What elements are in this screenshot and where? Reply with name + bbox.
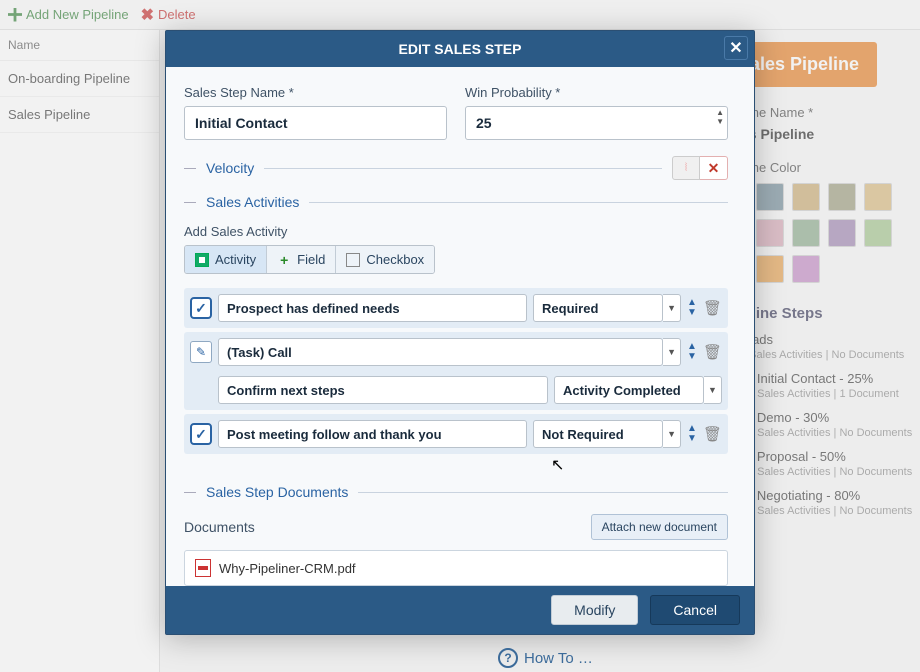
- divider: [309, 202, 728, 203]
- chevron-down-icon[interactable]: ▼: [663, 294, 681, 322]
- edit-icon[interactable]: ✎: [190, 341, 212, 363]
- add-activity-button[interactable]: Activity: [185, 246, 267, 273]
- activity-subtask-input[interactable]: Confirm next steps: [218, 376, 548, 404]
- step-name-label: Sales Step Name *: [184, 85, 447, 100]
- documents-list: Why-Pipeliner-CRM.pdf: [184, 550, 728, 586]
- add-checkbox-label-text: Checkbox: [366, 252, 424, 267]
- attach-document-button[interactable]: Attach new document: [591, 514, 728, 540]
- chevron-down-icon[interactable]: ▼: [663, 420, 681, 448]
- activity-name-input[interactable]: Post meeting follow and thank you: [218, 420, 527, 448]
- help-icon: ?: [498, 648, 518, 668]
- plus-icon: [277, 253, 291, 267]
- velocity-toggle[interactable]: ⦚: [672, 156, 700, 180]
- activity-name-input[interactable]: Prospect has defined needs: [218, 294, 527, 322]
- activity-checkbox[interactable]: [190, 423, 212, 445]
- reorder-handle[interactable]: ▲▼: [687, 298, 697, 318]
- cancel-button[interactable]: Cancel: [650, 595, 740, 625]
- add-activity-label-text: Activity: [215, 252, 256, 267]
- divider: [358, 492, 728, 493]
- step-name-input[interactable]: [184, 106, 447, 140]
- chevron-down-icon[interactable]: ▼: [663, 338, 681, 366]
- activity-required-select[interactable]: Not Required: [533, 420, 663, 448]
- modify-button[interactable]: Modify: [551, 595, 638, 625]
- checkbox-icon: [346, 253, 360, 267]
- documents-section-title: Sales Step Documents: [206, 484, 348, 500]
- trash-icon[interactable]: 🗑: [703, 343, 722, 361]
- chevron-up-icon[interactable]: ▲: [716, 109, 724, 117]
- chevron-down-icon[interactable]: ▼: [716, 118, 724, 126]
- documents-label: Documents: [184, 519, 255, 535]
- velocity-delete-button[interactable]: ✕: [700, 156, 728, 180]
- activity-required-select[interactable]: Required: [533, 294, 663, 322]
- velocity-section-title: Velocity: [206, 160, 254, 176]
- activity-row: ✎ (Task) Call ▼ ▲▼ 🗑 Confirm next steps …: [184, 332, 728, 410]
- add-field-button[interactable]: Field: [267, 246, 336, 273]
- add-checkbox-button[interactable]: Checkbox: [336, 246, 434, 273]
- pdf-icon: [195, 559, 211, 577]
- divider: [264, 168, 662, 169]
- trash-icon[interactable]: 🗑: [703, 425, 722, 443]
- win-prob-stepper[interactable]: ▲▼: [716, 109, 724, 126]
- reorder-handle[interactable]: ▲▼: [687, 342, 697, 362]
- activity-checkbox[interactable]: [190, 297, 212, 319]
- win-prob-input[interactable]: [465, 106, 728, 140]
- divider: [184, 202, 196, 203]
- document-filename: Why-Pipeliner-CRM.pdf: [219, 561, 356, 576]
- add-activity-label: Add Sales Activity: [184, 224, 728, 239]
- reorder-handle[interactable]: ▲▼: [687, 424, 697, 444]
- trash-icon[interactable]: 🗑: [703, 299, 722, 317]
- document-item[interactable]: Why-Pipeliner-CRM.pdf: [195, 559, 717, 577]
- add-field-label-text: Field: [297, 252, 325, 267]
- close-button[interactable]: ✕: [724, 36, 748, 60]
- activity-row: Post meeting follow and thank you Not Re…: [184, 414, 728, 454]
- divider: [184, 492, 196, 493]
- modal-header: EDIT SALES STEP ✕: [166, 31, 754, 67]
- activity-row: Prospect has defined needs Required ▼ ▲▼…: [184, 288, 728, 328]
- how-to-link[interactable]: ? How To …: [498, 648, 593, 668]
- divider: [184, 168, 196, 169]
- how-to-label: How To …: [524, 650, 593, 667]
- modal-title: EDIT SALES STEP: [399, 41, 522, 57]
- win-prob-label: Win Probability *: [465, 85, 728, 100]
- edit-sales-step-modal: EDIT SALES STEP ✕ Sales Step Name * Win …: [165, 30, 755, 635]
- chevron-down-icon[interactable]: ▼: [704, 376, 722, 404]
- activity-name-input[interactable]: (Task) Call: [218, 338, 663, 366]
- activity-status-select[interactable]: Activity Completed: [554, 376, 704, 404]
- calendar-icon: [195, 253, 209, 267]
- modal-footer: Modify Cancel: [166, 586, 754, 634]
- sales-activities-title: Sales Activities: [206, 194, 299, 210]
- modal-scroll[interactable]: Sales Step Name * Win Probability * ▲▼ V…: [184, 85, 736, 586]
